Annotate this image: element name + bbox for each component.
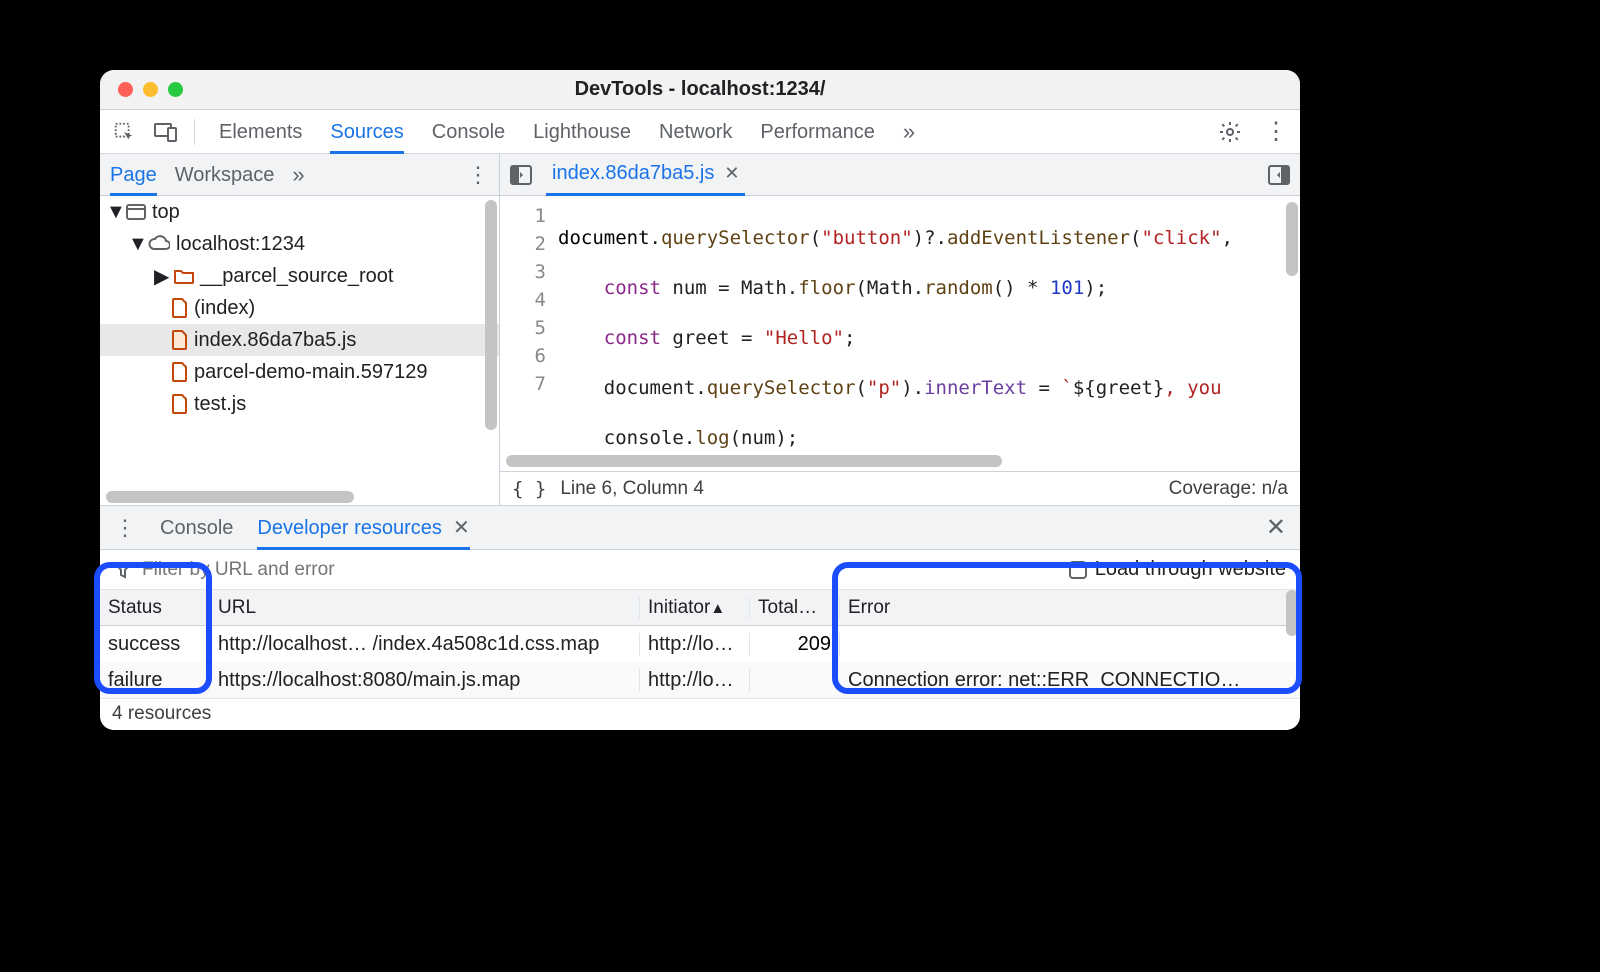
editor-tab-label: index.86da7ba5.js — [552, 162, 714, 185]
editor-hscrollbar[interactable] — [500, 455, 1300, 471]
editor-tabstrip: index.86da7ba5.js ✕ — [500, 154, 1300, 196]
editor-vscroll-thumb[interactable] — [1286, 202, 1298, 276]
tab-console[interactable]: Console — [432, 110, 505, 154]
cell-error: Connection error: net::ERR_CONNECTIO… — [840, 669, 1280, 692]
cursor-position: Line 6, Column 4 — [560, 478, 704, 500]
navigator-panel: Page Workspace » ⋮ ▼ top ▼ localhost:123… — [100, 154, 500, 505]
editor-file-tab[interactable]: index.86da7ba5.js ✕ — [546, 154, 745, 196]
tree-file-index[interactable]: (index) — [100, 292, 499, 324]
table-row[interactable]: success http://localhost… /index.4a508c1… — [100, 626, 1300, 662]
col-status[interactable]: Status — [100, 597, 210, 619]
window-icon — [126, 204, 146, 220]
tree-vscrollbar[interactable] — [485, 200, 497, 487]
sort-asc-icon: ▲ — [710, 600, 725, 617]
titlebar: DevTools - localhost:1234/ — [100, 70, 1300, 110]
col-url[interactable]: URL — [210, 597, 640, 619]
drawer: ⋮ Console Developer resources ✕ ✕ Load t… — [100, 506, 1300, 730]
pretty-print-icon[interactable]: { } — [512, 478, 546, 500]
main-tabs: Elements Sources Console Lighthouse Netw… — [219, 110, 915, 154]
drawer-tabstrip: ⋮ Console Developer resources ✕ ✕ — [100, 506, 1300, 550]
drawer-tab-console[interactable]: Console — [160, 506, 233, 550]
subtab-page[interactable]: Page — [110, 154, 157, 196]
toggle-left-pane-icon[interactable] — [508, 162, 534, 188]
cell-url: http://localhost… /index.4a508c1d.css.ma… — [210, 633, 640, 656]
file-label: test.js — [194, 393, 246, 416]
tree-origin[interactable]: ▼ localhost:1234 — [100, 228, 499, 260]
resources-table: Status URL Initiator▲ Total… Error succe… — [100, 590, 1300, 698]
cell-status: success — [100, 633, 210, 656]
col-initiator[interactable]: Initiator▲ — [640, 597, 750, 619]
file-icon — [172, 394, 188, 414]
file-icon — [172, 298, 188, 318]
checkbox-label: Load through website — [1095, 558, 1286, 581]
coverage-status: Coverage: n/a — [1169, 478, 1288, 500]
tree-file-indexjs[interactable]: index.86da7ba5.js — [100, 324, 499, 356]
col-total[interactable]: Total… — [750, 597, 840, 619]
tree-file-parceldemo[interactable]: parcel-demo-main.597129 — [100, 356, 499, 388]
device-toolbar-icon[interactable] — [152, 118, 180, 146]
cell-initiator: http://lo… — [640, 669, 750, 692]
devtools-window: DevTools - localhost:1234/ Elements Sour… — [100, 70, 1300, 730]
inspect-element-icon[interactable] — [110, 118, 138, 146]
subtab-workspace[interactable]: Workspace — [175, 154, 275, 196]
tab-separator — [194, 119, 195, 145]
table-row[interactable]: failure https://localhost:8080/main.js.m… — [100, 662, 1300, 698]
file-tree[interactable]: ▼ top ▼ localhost:1234 ▶ __parcel_source… — [100, 196, 499, 505]
drawer-tab-label: Developer resources — [257, 517, 442, 539]
drawer-menu-icon[interactable]: ⋮ — [114, 515, 136, 541]
tabs-overflow-button[interactable]: » — [903, 119, 915, 145]
subtab-overflow[interactable]: » — [292, 162, 304, 188]
table-header[interactable]: Status URL Initiator▲ Total… Error — [100, 590, 1300, 626]
cloud-icon — [148, 235, 170, 253]
line-gutter: 1234567 — [500, 196, 558, 455]
drawer-tab-close-icon[interactable]: ✕ — [453, 517, 470, 539]
checkbox-box[interactable] — [1069, 561, 1087, 579]
tree-folder[interactable]: ▶ __parcel_source_root — [100, 260, 499, 292]
tree-hscrollbar[interactable] — [106, 491, 481, 505]
tree-file-testjs[interactable]: test.js — [100, 388, 499, 420]
funnel-icon — [114, 561, 132, 579]
file-label: index.86da7ba5.js — [194, 329, 356, 352]
col-error[interactable]: Error — [840, 597, 1280, 619]
main-tabstrip: Elements Sources Console Lighthouse Netw… — [100, 110, 1300, 154]
window-title: DevTools - localhost:1234/ — [100, 78, 1300, 101]
tree-folder-label: __parcel_source_root — [200, 265, 393, 288]
editor-statusbar: { } Line 6, Column 4 Coverage: n/a — [500, 471, 1300, 505]
filter-input[interactable] — [142, 559, 1059, 581]
tab-lighthouse[interactable]: Lighthouse — [533, 110, 631, 154]
tab-sources[interactable]: Sources — [330, 110, 403, 154]
main-menu-icon[interactable]: ⋮ — [1262, 118, 1290, 146]
table-vscroll-thumb[interactable] — [1286, 590, 1298, 636]
tab-elements[interactable]: Elements — [219, 110, 302, 154]
cell-initiator: http://lo… — [640, 633, 750, 656]
settings-gear-icon[interactable] — [1216, 118, 1244, 146]
resources-footer: 4 resources — [100, 698, 1300, 730]
tree-top[interactable]: ▼ top — [100, 196, 499, 228]
code-content[interactable]: document.querySelector("button")?.addEve… — [558, 196, 1300, 455]
folder-icon — [174, 268, 194, 284]
tree-origin-label: localhost:1234 — [176, 233, 305, 256]
filter-row: Load through website — [100, 550, 1300, 590]
cell-total: 209 — [750, 633, 840, 656]
file-icon — [172, 330, 188, 350]
file-icon — [172, 362, 188, 382]
tree-top-label: top — [152, 201, 180, 224]
navigator-menu-icon[interactable]: ⋮ — [467, 162, 489, 188]
toggle-right-pane-icon[interactable] — [1266, 162, 1292, 188]
sources-body: Page Workspace » ⋮ ▼ top ▼ localhost:123… — [100, 154, 1300, 506]
file-label: parcel-demo-main.597129 — [194, 361, 427, 384]
cell-status: failure — [100, 669, 210, 692]
drawer-tab-devresources[interactable]: Developer resources ✕ — [257, 506, 469, 550]
cell-url: https://localhost:8080/main.js.map — [210, 669, 640, 692]
navigator-subtabs: Page Workspace » ⋮ — [100, 154, 499, 196]
code-panel: index.86da7ba5.js ✕ 1234567 document.que… — [500, 154, 1300, 505]
drawer-close-icon[interactable]: ✕ — [1266, 513, 1286, 542]
code-editor[interactable]: 1234567 document.querySelector("button")… — [500, 196, 1300, 455]
file-label: (index) — [194, 297, 255, 320]
tab-network[interactable]: Network — [659, 110, 732, 154]
tab-performance[interactable]: Performance — [760, 110, 875, 154]
load-through-website-checkbox[interactable]: Load through website — [1069, 558, 1286, 581]
editor-tab-close-icon[interactable]: ✕ — [724, 163, 739, 184]
